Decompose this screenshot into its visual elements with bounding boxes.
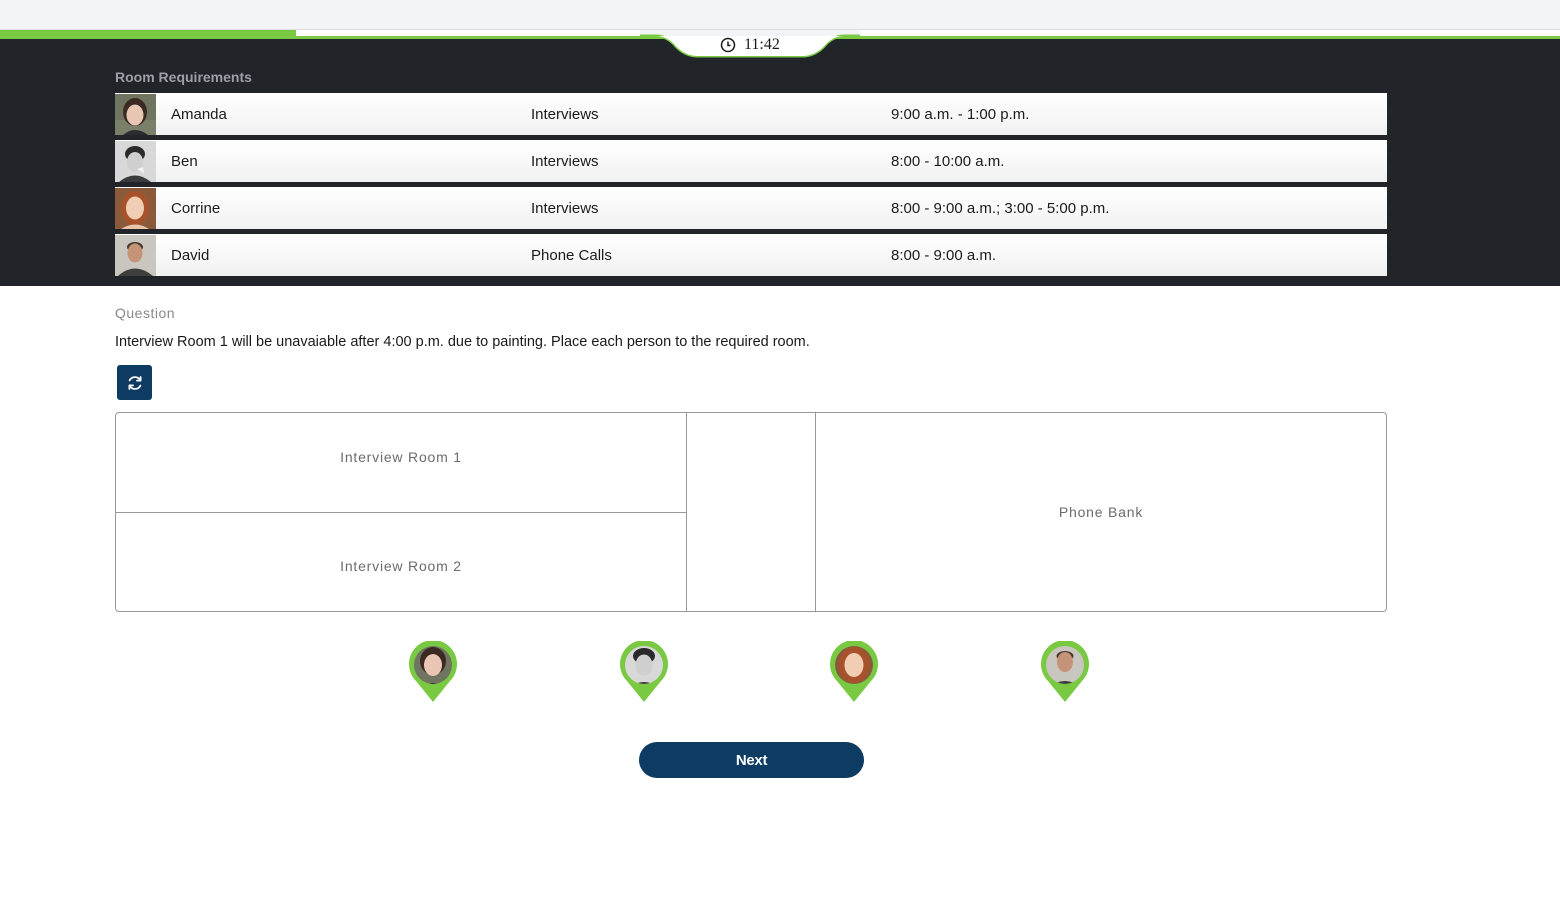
- row-name: Ben: [171, 152, 198, 170]
- top-bar: [0, 0, 1560, 30]
- requirements-table: Amanda Interviews 9:00 a.m. - 1:00 p.m. …: [115, 93, 1387, 281]
- row-time: 8:00 - 9:00 a.m.; 3:00 - 5:00 p.m.: [891, 199, 1110, 217]
- drop-zone-interview-room-2[interactable]: Interview Room 2: [116, 513, 687, 611]
- room-layout: Interview Room 1 Interview Room 2 Phone …: [115, 412, 1387, 612]
- avatar-ben: [115, 140, 156, 182]
- avatar-amanda: [115, 93, 156, 135]
- next-button[interactable]: Next: [639, 742, 864, 778]
- timer: 11:42: [720, 34, 780, 56]
- timer-text: 11:42: [744, 36, 780, 53]
- row-task: Phone Calls: [531, 246, 612, 264]
- drop-zone-interview-room-1[interactable]: Interview Room 1: [116, 413, 687, 513]
- room-label: Interview Room 2: [340, 558, 462, 574]
- question-text: Interview Room 1 will be unavaiable afte…: [115, 334, 810, 350]
- draggable-pin-corrine[interactable]: [830, 641, 878, 703]
- reset-button[interactable]: [117, 365, 152, 400]
- draggable-pin-amanda[interactable]: [409, 641, 457, 703]
- row-task: Interviews: [531, 199, 599, 217]
- drop-zone-phone-bank[interactable]: Phone Bank: [816, 413, 1386, 611]
- row-task: Interviews: [531, 152, 599, 170]
- row-time: 8:00 - 9:00 a.m.: [891, 246, 997, 264]
- row-name: David: [171, 246, 210, 264]
- table-row: Amanda Interviews 9:00 a.m. - 1:00 p.m.: [115, 93, 1387, 135]
- question-label: Question: [115, 305, 176, 321]
- hallway: [687, 413, 816, 611]
- row-time: 9:00 a.m. - 1:00 p.m.: [891, 105, 1030, 123]
- refresh-icon: [128, 375, 141, 390]
- room-label: Interview Room 1: [340, 448, 462, 465]
- row-name: Amanda: [171, 105, 227, 123]
- avatar-david: [115, 234, 156, 276]
- table-row: Ben Interviews 8:00 - 10:00 a.m.: [115, 140, 1387, 182]
- draggable-pin-david[interactable]: [1041, 641, 1089, 703]
- table-row: David Phone Calls 8:00 - 9:00 a.m.: [115, 234, 1387, 276]
- table-row: Corrine Interviews 8:00 - 9:00 a.m.; 3:0…: [115, 187, 1387, 229]
- row-name: Corrine: [171, 199, 221, 217]
- row-time: 8:00 - 10:00 a.m.: [891, 152, 1005, 170]
- room-label: Phone Bank: [1058, 504, 1144, 520]
- requirements-title: Room Requirements: [115, 69, 252, 85]
- clock-icon: [720, 37, 736, 53]
- draggable-pin-ben[interactable]: [620, 641, 668, 703]
- avatar-corrine: [115, 187, 156, 229]
- row-task: Interviews: [531, 105, 599, 123]
